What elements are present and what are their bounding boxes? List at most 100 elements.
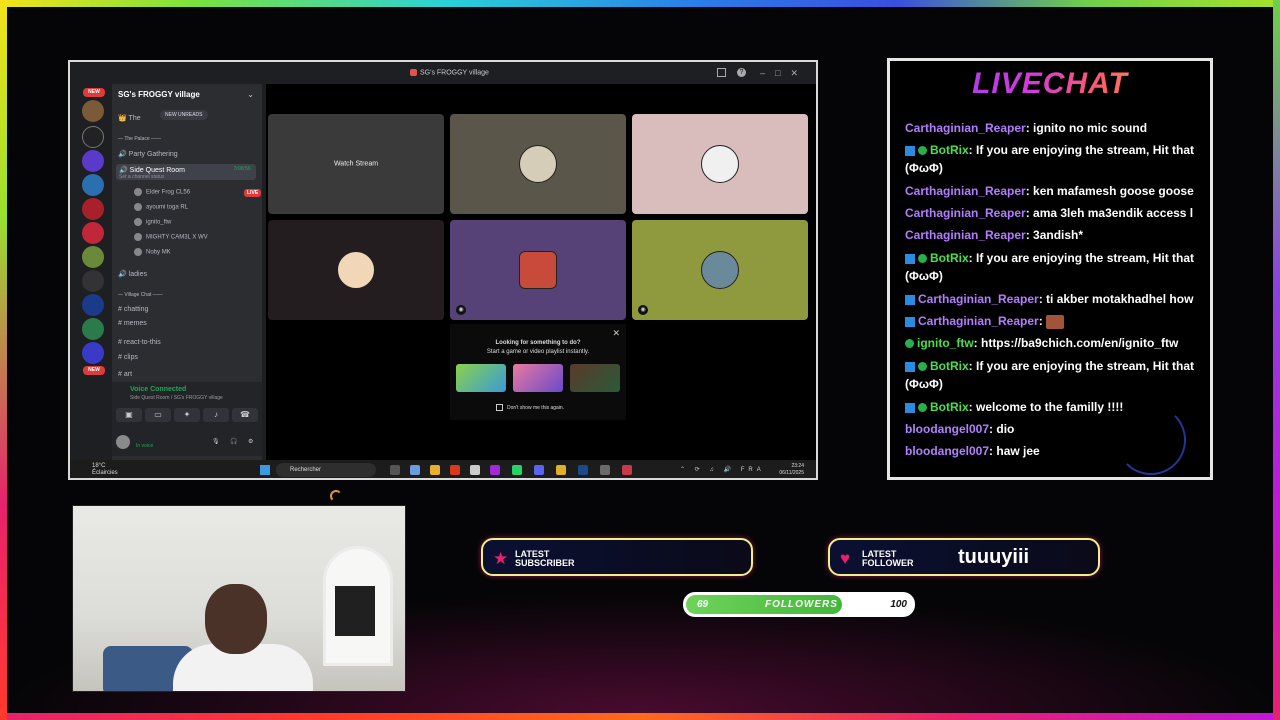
new-badge-bottom: NEW <box>83 366 105 375</box>
server-icon-2[interactable] <box>82 126 104 148</box>
checkbox[interactable] <box>496 404 503 411</box>
server-name[interactable]: SG's FROGGY village <box>118 90 200 99</box>
channel-party-gathering[interactable]: 🔊 Party Gathering <box>118 150 178 158</box>
voice-user[interactable]: MIGHTY CAM3L X WV <box>134 233 208 241</box>
headphones-icon[interactable]: 🎧 <box>230 438 237 445</box>
voice-location[interactable]: Side Quest Room / SG's FROGGY village <box>130 395 223 401</box>
server-icon-8[interactable] <box>82 270 104 292</box>
participant-tile[interactable]: ◉ <box>632 220 808 320</box>
chat-message: Carthaginian_Reaper: ti akber motakhadhe… <box>905 290 1193 308</box>
chat-message: Carthaginian_Reaper: 3andish* <box>905 228 1084 242</box>
stream-tile[interactable]: Watch Stream <box>268 114 444 214</box>
activity-thumbnail[interactable] <box>456 364 506 392</box>
widgets-icon[interactable] <box>410 465 420 475</box>
chat-message: bloodangel007: dio <box>905 422 1015 436</box>
category-palace[interactable]: — The Palace —— <box>118 136 161 142</box>
channel-ladies[interactable]: 🔊 ladies <box>118 270 147 278</box>
voice-timer: 3:08:56 <box>234 166 251 172</box>
chat-message: bloodangel007: haw jee <box>905 444 1040 458</box>
dont-show-checkbox[interactable]: Don't show me this again. <box>496 404 564 411</box>
app-icon[interactable] <box>470 465 480 475</box>
channel-chatting[interactable]: # chatting <box>118 306 148 313</box>
avatar[interactable] <box>116 435 130 449</box>
activity-thumbnail[interactable] <box>570 364 620 392</box>
close-icon[interactable]: ✕ <box>612 328 620 339</box>
discord-window: SG's FROGGY village ? –□✕ NEW NEW SG's F… <box>68 60 818 480</box>
taskbar-clock[interactable]: 23:24 06/11/2025 <box>779 463 804 477</box>
taskbar-search[interactable]: Rechercher <box>276 463 376 477</box>
loading-spinner-icon <box>330 490 342 502</box>
livechat-panel: LIVECHAT Carthaginian_Reaper: ignito no … <box>887 58 1213 480</box>
channel-clips[interactable]: # clips <box>118 354 138 361</box>
chevron-down-icon[interactable]: ⌄ <box>247 90 254 99</box>
suggestion-title: Looking for something to do? <box>495 340 581 346</box>
channel-react-to-this[interactable]: # react-to-this <box>118 339 161 346</box>
obs-icon[interactable] <box>622 465 632 475</box>
stream-icon: ◉ <box>638 305 648 315</box>
inbox-icon[interactable] <box>717 68 726 77</box>
weather-widget[interactable]: 18°C Éclaircies <box>92 463 118 477</box>
soundboard-icon[interactable]: ♪ <box>203 408 229 422</box>
voice-user[interactable]: Noby MK <box>134 248 171 256</box>
category-village-chat[interactable]: — Village Chat —— <box>118 292 163 298</box>
discord-icon[interactable] <box>534 465 544 475</box>
voice-user[interactable]: ayoumi toga RL <box>134 203 188 211</box>
bot-badge-icon <box>905 316 915 327</box>
steam-icon[interactable] <box>578 465 588 475</box>
camera-icon[interactable]: ▣ <box>116 408 142 422</box>
avatar <box>701 145 739 183</box>
new-unreads-pill[interactable]: NEW UNREADS <box>160 110 208 120</box>
whatsapp-icon[interactable] <box>512 465 522 475</box>
user-panel: In voice 🎙 🎧 ⚙ <box>112 430 262 456</box>
channel-art[interactable]: # art <box>118 371 132 378</box>
bot-badge-icon <box>905 361 915 372</box>
system-tray[interactable]: ⌃ ⟳ ♫ 🔊 FRA <box>680 466 765 473</box>
participant-tile[interactable] <box>268 220 444 320</box>
screen-share-icon[interactable]: ▭ <box>145 408 171 422</box>
voice-user[interactable]: Elder Frog CL56 <box>134 188 190 196</box>
server-rail: NEW NEW <box>74 80 112 460</box>
windows-start-icon[interactable] <box>260 465 270 475</box>
verified-icon <box>918 146 927 156</box>
server-icon-6[interactable] <box>82 222 104 244</box>
verified-icon <box>918 403 927 413</box>
voice-user[interactable]: ignito_ftw <box>134 218 171 226</box>
illustrator-icon[interactable] <box>450 465 460 475</box>
chrome-icon[interactable] <box>556 465 566 475</box>
help-icon[interactable]: ? <box>737 68 746 77</box>
server-icon-4[interactable] <box>82 174 104 196</box>
file-explorer-icon[interactable] <box>430 465 440 475</box>
participant-tile[interactable] <box>632 114 808 214</box>
window-controls[interactable]: –□✕ <box>760 68 808 79</box>
latest-subscriber-label: LATEST SUBSCRIBER <box>515 549 575 568</box>
mic-icon[interactable]: 🎙 <box>212 438 220 445</box>
participant-tile[interactable] <box>450 114 626 214</box>
user-status: In voice <box>136 443 154 449</box>
bot-badge-icon <box>905 294 915 305</box>
server-icon <box>410 69 417 76</box>
goal-max: 100 <box>890 599 907 610</box>
server-icon-9[interactable] <box>82 294 104 316</box>
opera-icon[interactable] <box>490 465 500 475</box>
heart-icon: ♥ <box>840 549 851 568</box>
latest-follower-label: LATEST FOLLOWER <box>862 549 914 568</box>
server-icon-11[interactable] <box>82 342 104 364</box>
participant-tile[interactable]: ◉ <box>450 220 626 320</box>
task-view-icon[interactable] <box>390 465 400 475</box>
watch-stream-label[interactable]: Watch Stream <box>334 161 378 168</box>
server-icon-3[interactable] <box>82 150 104 172</box>
avatar <box>134 203 142 211</box>
settings-icon[interactable] <box>600 465 610 475</box>
channel-memes[interactable]: # memes <box>118 320 147 327</box>
server-icon-5[interactable] <box>82 198 104 220</box>
gear-icon[interactable]: ⚙ <box>248 438 253 445</box>
server-icon-1[interactable] <box>82 100 104 122</box>
chat-message: Carthaginian_Reaper: ken mafamesh goose … <box>905 184 1194 198</box>
server-icon-7[interactable] <box>82 246 104 268</box>
channel-the[interactable]: 👑 The <box>118 114 141 122</box>
server-icon-10[interactable] <box>82 318 104 340</box>
activity-thumbnail[interactable] <box>513 364 563 392</box>
activities-icon[interactable]: ✦ <box>174 408 200 422</box>
activity-suggestion-panel: ✕ Looking for something to do? Start a g… <box>450 324 626 420</box>
disconnect-icon[interactable]: ☎ <box>232 408 258 422</box>
